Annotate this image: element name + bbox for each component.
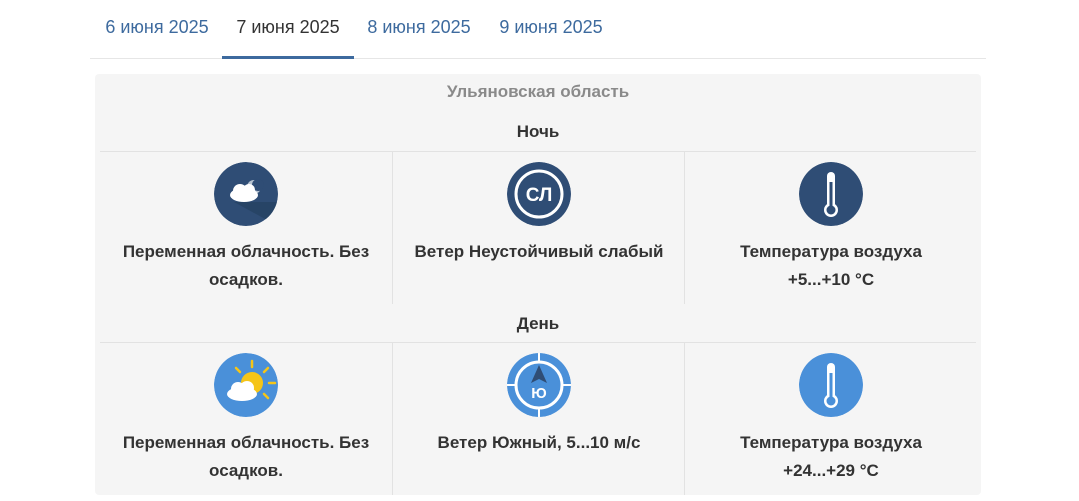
text-line: Переменная облачность. Без [122,433,370,452]
text-line: Переменная облачность. Без [122,242,370,261]
tab-label: 8 июня 2025 [367,17,471,37]
day-cloud-text: Переменная облачность. Без осадков. [108,429,384,485]
day-row: Переменная облачность. Без осадков. Ю Ве [100,343,976,495]
tab-label: 9 июня 2025 [499,17,603,37]
date-tabs: 6 июня 2025 7 июня 2025 8 июня 2025 9 ию… [90,0,986,59]
text-line: Ветер Неустойчивый слабый [414,242,664,261]
text-line: Температура воздуха [740,433,922,452]
text-line: осадков. [209,461,283,480]
active-tab-indicator [222,56,354,59]
text-line: +5...+10 °С [787,270,875,289]
tab-label: 6 июня 2025 [105,17,209,37]
day-temp-text: Температура воздуха +24...+29 °С [693,429,969,485]
night-heading: Ночь [516,122,560,141]
text-line: осадков. [209,270,283,289]
night-cloud-cell: Переменная облачность. Без осадков. [100,152,392,304]
text-line: Ветер Южный, 5...10 м/с [437,433,641,452]
wind-calm-icon: СЛ [507,162,571,226]
day-wind-cell: Ю Ветер Южный, 5...10 м/с [392,343,685,495]
day-cloud-cell: Переменная облачность. Без осадков. [100,343,392,495]
wind-badge-text: Ю [531,385,546,402]
night-wind-text: Ветер Неустойчивый слабый [401,238,677,266]
tab-9-june[interactable]: 9 июня 2025 [492,16,610,58]
region-title: Ульяновская область [446,82,630,101]
tab-6-june[interactable]: 6 июня 2025 [98,16,216,58]
night-row: Переменная облачность. Без осадков. СЛ В… [100,152,976,304]
night-temp-cell: Температура воздуха +5...+10 °С [684,152,977,304]
tab-7-june[interactable]: 7 июня 2025 [222,16,354,59]
cloud-moon-icon [214,162,278,226]
thermometer-icon [799,353,863,417]
tab-label: 7 июня 2025 [236,17,340,37]
wind-badge-text: СЛ [526,185,553,206]
night-cloud-text: Переменная облачность. Без осадков. [108,238,384,294]
day-temp-cell: Температура воздуха +24...+29 °С [684,343,977,495]
day-heading: День [516,314,560,333]
tab-8-june[interactable]: 8 июня 2025 [360,16,478,58]
forecast-card: Ульяновская область Ночь Переменная обла… [95,74,981,495]
thermometer-icon [799,162,863,226]
sun-cloud-icon [214,353,278,417]
text-line: +24...+29 °С [783,461,879,480]
text-line: Температура воздуха [740,242,922,261]
wind-south-icon: Ю [507,353,571,417]
day-wind-text: Ветер Южный, 5...10 м/с [401,429,677,457]
night-wind-cell: СЛ Ветер Неустойчивый слабый [392,152,685,304]
night-temp-text: Температура воздуха +5...+10 °С [693,238,969,294]
